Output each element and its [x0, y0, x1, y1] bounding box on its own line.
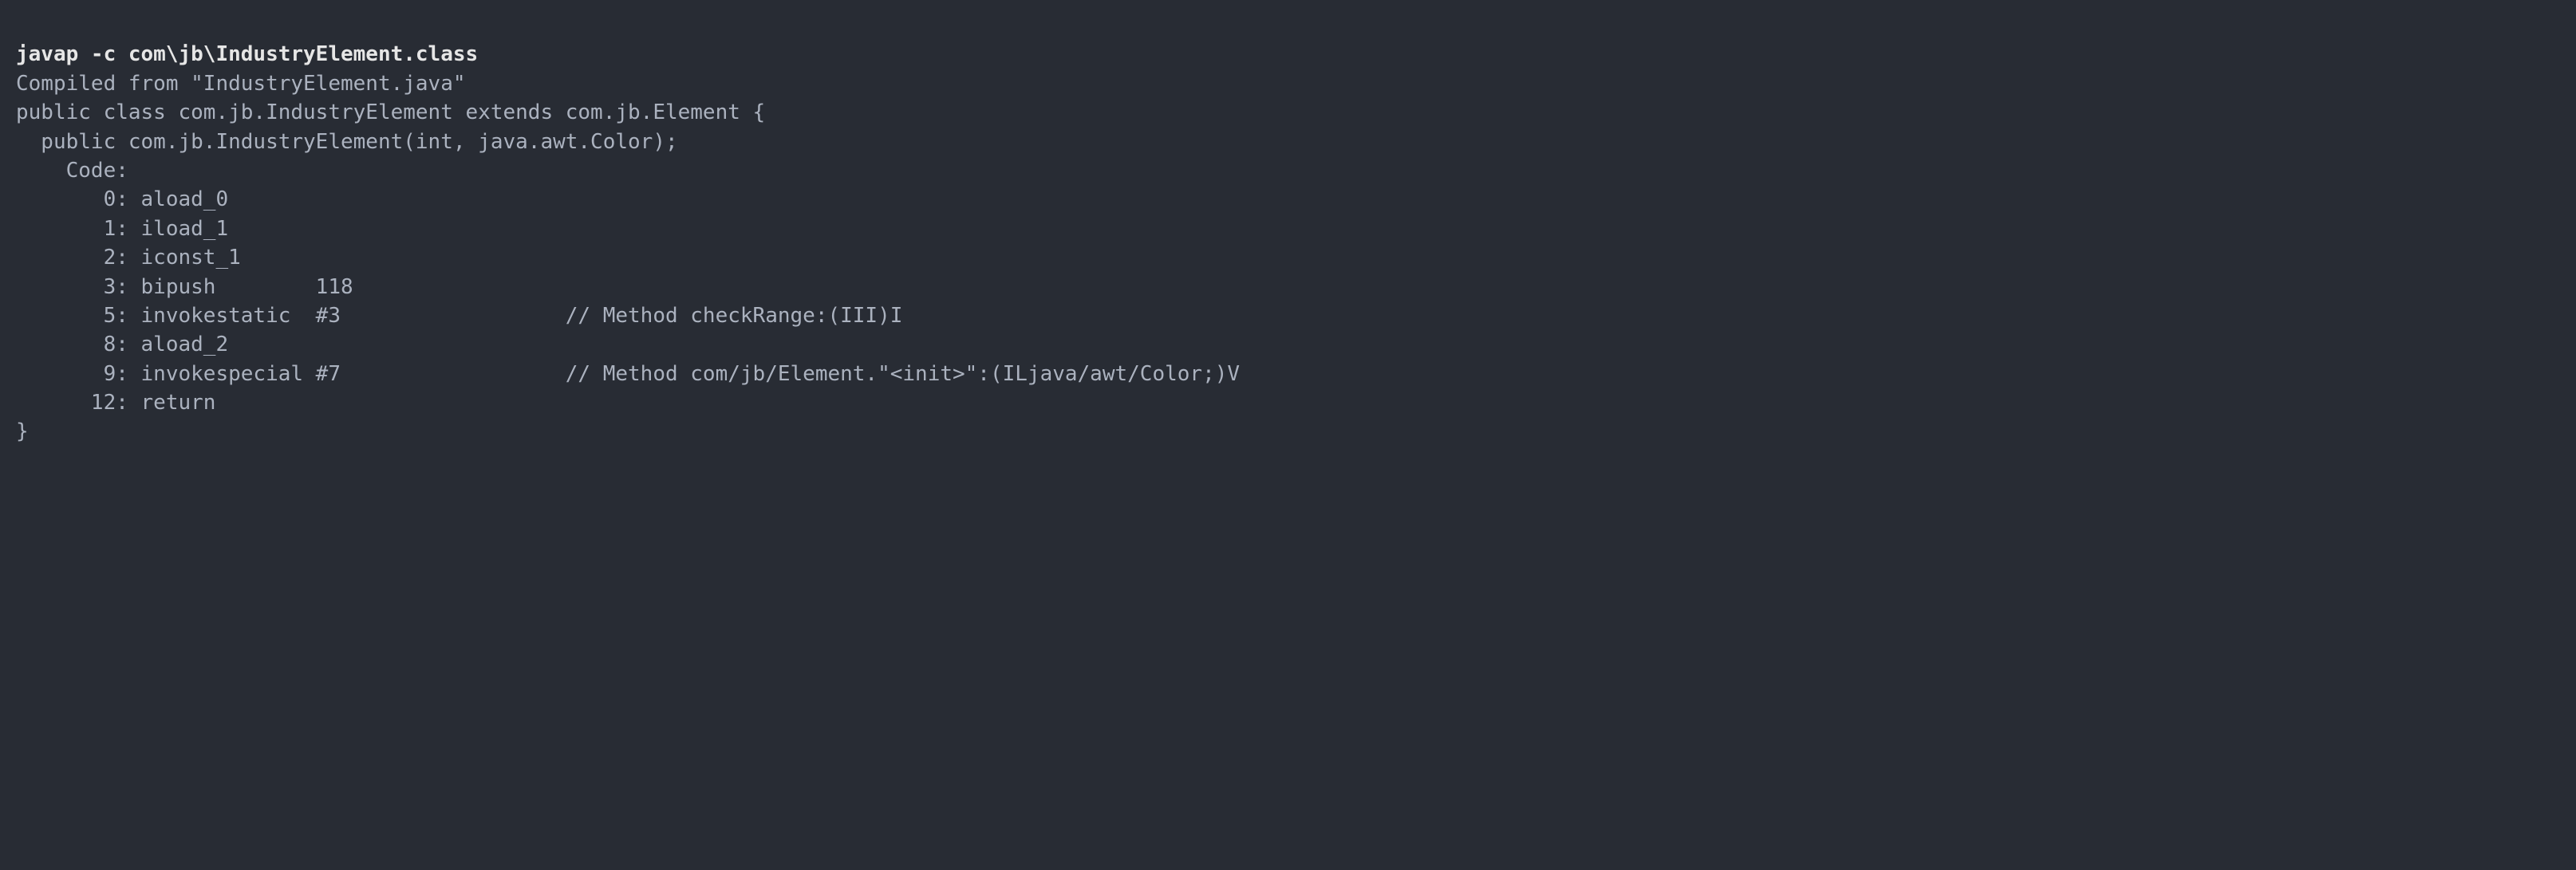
output-line: public class com.jb.IndustryElement exte…: [16, 98, 2560, 127]
output-line: 9: invokespecial #7 // Method com/jb/Ele…: [16, 360, 2560, 388]
output-line: 8: aload_2: [16, 330, 2560, 359]
output-line: Compiled from "IndustryElement.java": [16, 69, 2560, 98]
output-line: }: [16, 417, 2560, 446]
output-line: 2: iconst_1: [16, 243, 2560, 272]
output-line: Code:: [16, 156, 2560, 185]
output-line: 3: bipush 118: [16, 273, 2560, 301]
terminal-output: javap -c com\jb\IndustryElement.classCom…: [0, 0, 2576, 463]
output-line: 5: invokestatic #3 // Method checkRange:…: [16, 301, 2560, 330]
command-line: javap -c com\jb\IndustryElement.class: [16, 40, 2560, 69]
output-line: 0: aload_0: [16, 185, 2560, 214]
output-line: 12: return: [16, 388, 2560, 417]
output-line: public com.jb.IndustryElement(int, java.…: [16, 128, 2560, 156]
output-line: 1: iload_1: [16, 215, 2560, 243]
